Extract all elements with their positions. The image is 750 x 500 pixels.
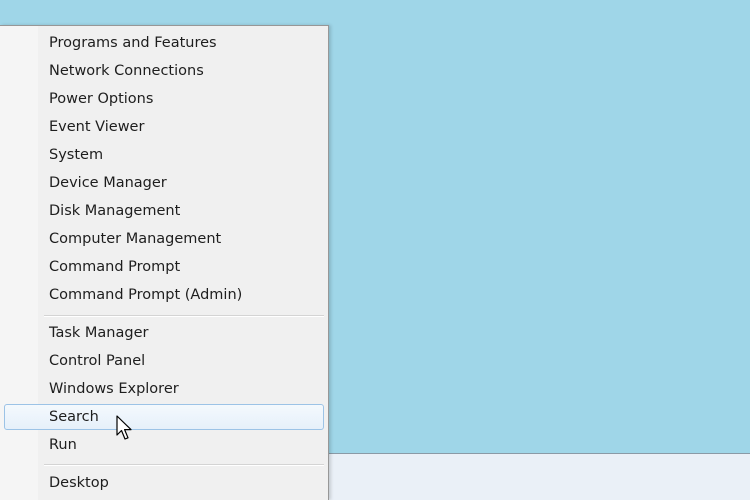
menu-item-search[interactable]: Search xyxy=(4,404,324,430)
menu-item-desktop[interactable]: Desktop xyxy=(4,470,324,496)
menu-item-windows-explorer[interactable]: Windows Explorer xyxy=(4,376,324,402)
menu-item-network-connections[interactable]: Network Connections xyxy=(4,58,324,84)
power-user-menu: Programs and Features Network Connection… xyxy=(0,25,329,500)
menu-item-disk-management[interactable]: Disk Management xyxy=(4,198,324,224)
mouse-pointer-icon xyxy=(116,415,132,440)
menu-item-command-prompt-admin[interactable]: Command Prompt (Admin) xyxy=(4,282,324,308)
menu-item-command-prompt[interactable]: Command Prompt xyxy=(4,254,324,280)
menu-item-run[interactable]: Run xyxy=(4,432,324,458)
menu-item-programs-and-features[interactable]: Programs and Features xyxy=(4,30,324,56)
menu-item-computer-management[interactable]: Computer Management xyxy=(4,226,324,252)
menu-item-power-options[interactable]: Power Options xyxy=(4,86,324,112)
menu-item-event-viewer[interactable]: Event Viewer xyxy=(4,114,324,140)
menu-item-device-manager[interactable]: Device Manager xyxy=(4,170,324,196)
menu-separator xyxy=(44,464,324,466)
menu-item-task-manager[interactable]: Task Manager xyxy=(4,320,324,346)
menu-separator xyxy=(44,315,324,317)
menu-item-system[interactable]: System xyxy=(4,142,324,168)
menu-item-control-panel[interactable]: Control Panel xyxy=(4,348,324,374)
